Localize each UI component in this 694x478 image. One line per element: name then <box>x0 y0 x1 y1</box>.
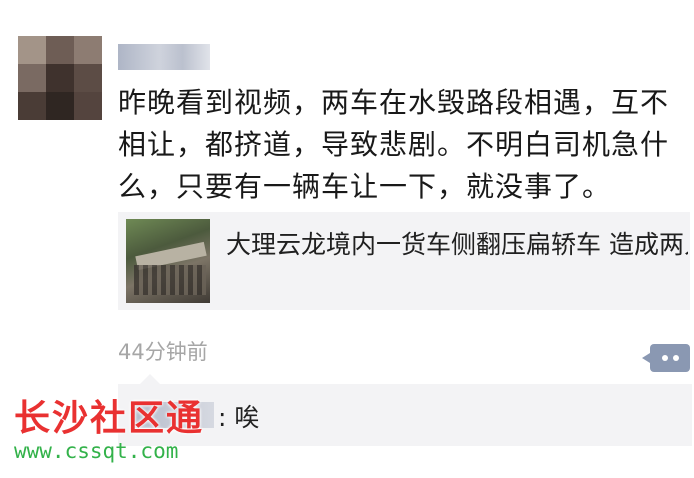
watermark-title: 长沙社区通 <box>14 397 205 439</box>
avatar[interactable] <box>18 36 102 120</box>
link-title: 大理云龙境内一货车侧翻压扁轿车 造成两人死亡、一人受伤_都市时报 i昆 <box>226 230 688 259</box>
post-timestamp: 44分钟前 <box>118 340 208 364</box>
username-blurred[interactable] <box>118 44 210 70</box>
comment-text: : 唉 <box>218 403 260 432</box>
watermark-url: www.cssqt.com <box>14 439 179 463</box>
link-thumbnail <box>126 219 210 303</box>
comment-section: : 唉 <box>118 374 692 446</box>
more-dots-icon <box>661 355 668 361</box>
shared-link-card[interactable]: 大理云龙境内一货车侧翻压扁轿车 造成两人死亡、一人受伤_都市时报 i昆 <box>118 212 690 310</box>
post-text: 昨晚看到视频，两车在水毁路段相遇，互不相让，都挤道，导致悲剧。不明白司机急什么，… <box>118 86 670 203</box>
site-watermark: 长沙社区通 www.cssqt.com <box>14 398 204 464</box>
comment-more-button[interactable] <box>642 344 690 372</box>
